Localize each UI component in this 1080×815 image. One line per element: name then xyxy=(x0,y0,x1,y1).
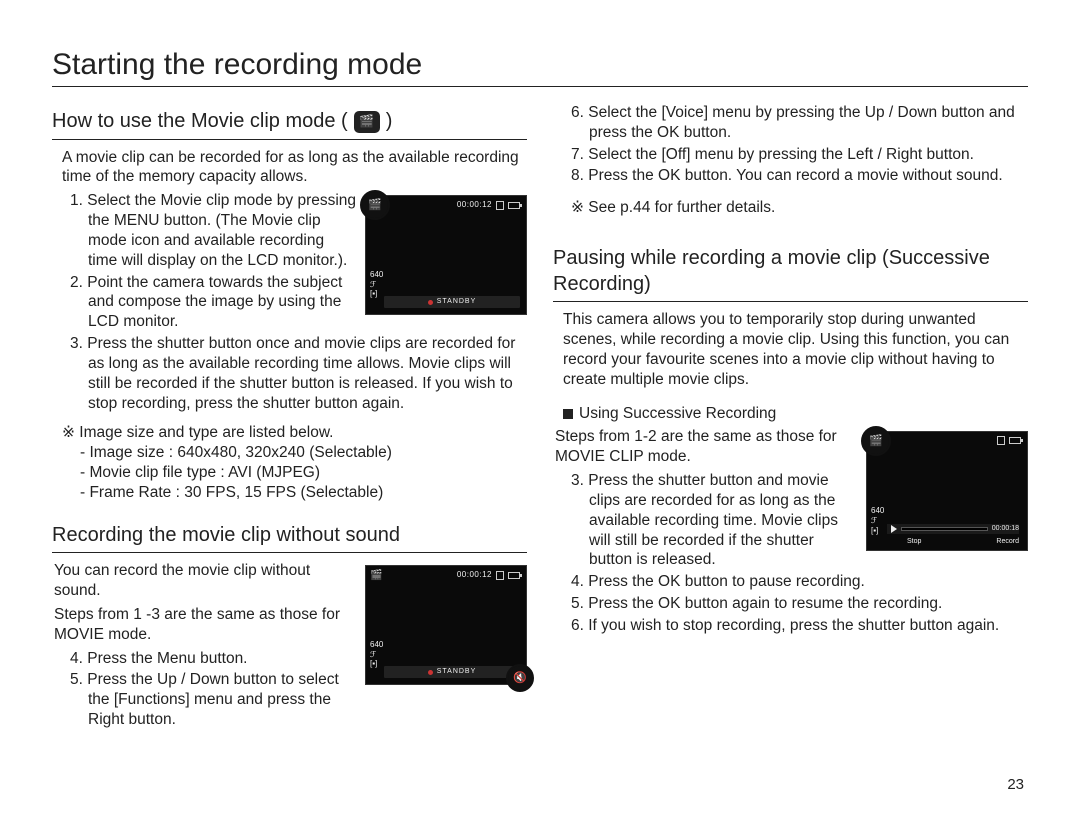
lcd-screenshot-standby-1: 🎬 00:00:12 640 ℱ [▪] STANDBY xyxy=(365,195,527,315)
see-reference: ※ See p.44 for further details. xyxy=(571,198,1028,218)
sd-card-icon xyxy=(997,436,1005,445)
sd-card-icon xyxy=(496,571,504,580)
lcd-top-status-2: 00:00:12 xyxy=(457,570,520,580)
lcd-size-label: 640 xyxy=(871,506,884,516)
lcd-top-status: 00:00:12 xyxy=(457,200,520,210)
lcd-standby-label-2: STANDBY xyxy=(437,668,477,677)
lcd-button-labels: Stop Record xyxy=(907,538,1019,547)
spec-image-size: - Image size : 640x480, 320x240 (Selecta… xyxy=(80,443,527,463)
lcd-progress-bar: 00:00:18 xyxy=(887,524,1019,534)
lcd-standby-bar-2: STANDBY xyxy=(384,666,520,678)
page-number: 23 xyxy=(1007,776,1024,793)
lcd-time-2: 00:00:12 xyxy=(457,570,492,580)
heading-no-sound: Recording the movie clip without sound xyxy=(52,521,527,554)
lcd-record-label: Record xyxy=(996,538,1019,547)
step-8: 8. Press the OK button. You can record a… xyxy=(571,166,1028,186)
lcd-bracket-icon: [▪] xyxy=(370,659,383,669)
pause-intro: This camera allows you to temporarily st… xyxy=(563,310,1028,389)
movie-intro: A movie clip can be recorded for as long… xyxy=(62,148,527,188)
pause-step-6: 6. If you wish to stop recording, press … xyxy=(571,616,1028,636)
nosound-steps-cont: 6. Select the [Voice] menu by pressing t… xyxy=(553,103,1028,186)
lcd-bracket-icon: [▪] xyxy=(871,526,884,536)
step-6: 6. Select the [Voice] menu by pressing t… xyxy=(571,103,1028,143)
record-dot-icon xyxy=(428,670,433,675)
lcd-left-icons-3: 640 ℱ [▪] xyxy=(871,506,884,535)
movie-icon-circled: 🎬 xyxy=(360,190,390,220)
lcd-screenshot-standby-2: 00:00:12 🎬 640 ℱ [▪] STANDBY 🔇 xyxy=(365,565,527,685)
battery-icon xyxy=(1009,437,1021,444)
heading-text: How to use the Movie clip mode ( xyxy=(52,109,348,135)
movie-icon-circled-2: 🎬 xyxy=(861,426,891,456)
spec-frame-rate: - Frame Rate : 30 FPS, 15 FPS (Selectabl… xyxy=(80,483,527,503)
content-columns: How to use the Movie clip mode ( 🎬 ) A m… xyxy=(52,101,1028,732)
battery-icon xyxy=(508,572,520,579)
right-column: 6. Select the [Voice] menu by pressing t… xyxy=(553,101,1028,732)
lcd-elapsed-time: 00:00:18 xyxy=(992,525,1019,534)
record-dot-icon xyxy=(428,300,433,305)
using-successive: Using Successive Recording xyxy=(579,405,776,422)
lcd-left-icons: 640 ℱ [▪] xyxy=(370,270,383,299)
lcd-stop-label: Stop xyxy=(907,538,921,547)
lcd-standby-label: STANDBY xyxy=(437,298,477,307)
pause-step-4: 4. Press the OK button to pause recordin… xyxy=(571,572,1028,592)
pause-step-5: 5. Press the OK button again to resume t… xyxy=(571,594,1028,614)
lcd-size-label: 640 xyxy=(370,270,383,280)
lcd-screenshot-recording: 🎬 640 ℱ [▪] 00:00:18 Stop Record xyxy=(866,431,1028,551)
step-7: 7. Select the [Off] menu by pressing the… xyxy=(571,145,1028,165)
mute-icon-circled: 🔇 xyxy=(506,664,534,692)
page-title: Starting the recording mode xyxy=(52,48,1028,87)
left-column: How to use the Movie clip mode ( 🎬 ) A m… xyxy=(52,101,527,732)
pause-icon xyxy=(891,525,897,533)
heading-movie-clip-mode: How to use the Movie clip mode ( 🎬 ) xyxy=(52,107,527,140)
heading-successive-recording: Pausing while recording a movie clip (Su… xyxy=(553,244,1028,302)
lcd-bracket-icon: [▪] xyxy=(370,289,383,299)
step-3: 3. Press the shutter button once and mov… xyxy=(70,334,527,413)
movie-icon: 🎬 xyxy=(370,570,382,583)
lcd-left-icons-2: 640 ℱ [▪] xyxy=(370,640,383,669)
movie-clip-mode-icon: 🎬 xyxy=(354,111,380,133)
spec-note: ※ Image size and type are listed below. xyxy=(62,423,527,443)
battery-icon xyxy=(508,202,520,209)
lcd-standby-bar: STANDBY xyxy=(384,296,520,308)
lcd-top-status-3 xyxy=(997,436,1021,445)
lcd-f-icon: ℱ xyxy=(370,280,383,290)
lcd-f-icon: ℱ xyxy=(871,516,884,526)
progress-track xyxy=(901,527,988,531)
square-bullet-icon xyxy=(563,409,573,419)
lcd-size-label: 640 xyxy=(370,640,383,650)
lcd-f-icon: ℱ xyxy=(370,650,383,660)
sd-card-icon xyxy=(496,201,504,210)
spec-file-type: - Movie clip ﬁle type : AVI (MJPEG) xyxy=(80,463,527,483)
heading-close-paren: ) xyxy=(386,109,393,135)
lcd-time: 00:00:12 xyxy=(457,200,492,210)
